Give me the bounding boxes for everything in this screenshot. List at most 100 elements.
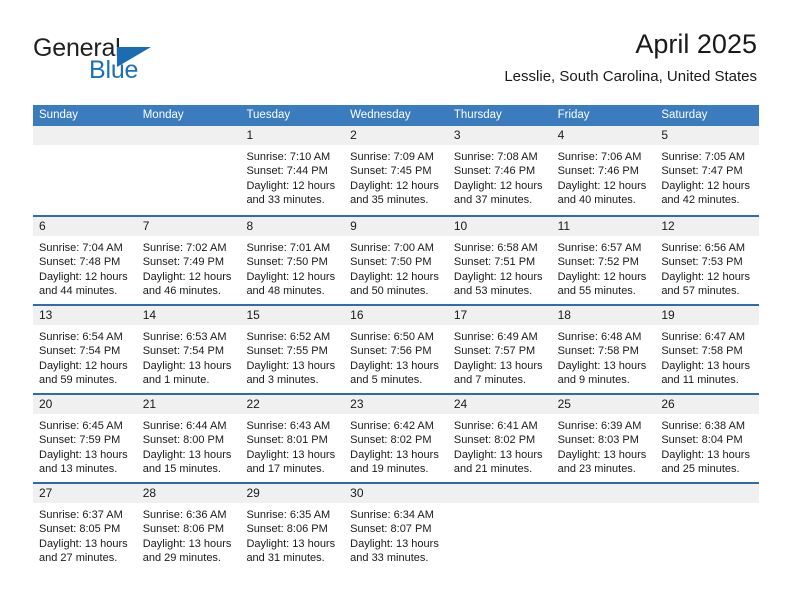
daylight-text-line2: and 53 minutes. <box>453 284 533 297</box>
day-number: 12 <box>661 219 675 233</box>
calendar-day-cell[interactable]: 27 Sunrise: 6:37 AM Sunset: 8:05 PM Dayligh… <box>33 484 137 571</box>
day-number-band <box>447 484 552 503</box>
day-number: 2 <box>350 128 357 142</box>
day-info: Sunrise: 6:41 AM Sunset: 8:02 PM Daylight:… <box>448 414 552 476</box>
calendar-day-cell[interactable]: 7 Sunrise: 7:02 AM Sunset: 7:49 PM Daylight… <box>136 217 241 304</box>
day-number-band: 29 <box>240 484 345 503</box>
weekday-header-row: Sunday Monday Tuesday Wednesday Thursday Frid… <box>33 105 759 126</box>
day-number-band: 20 <box>33 395 137 414</box>
sunset-text: Sunset: 8:01 PM <box>246 434 328 447</box>
calendar-day-cell[interactable]: 6 Sunrise: 7:04 AM Sunset: 7:48 PM Daylight… <box>33 217 137 304</box>
calendar-day-cell[interactable]: 20 Sunrise: 6:45 AM Sunset: 7:59 PM Dayligh… <box>33 395 137 482</box>
calendar-day-cell[interactable]: 17 Sunrise: 6:49 AM Sunset: 7:57 PM Dayligh… <box>447 306 552 393</box>
daylight-text-line1: Daylight: 12 hours <box>557 270 647 283</box>
sunrise-text: Sunrise: 7:01 AM <box>246 242 331 254</box>
calendar-day-cell[interactable]: 3 Sunrise: 7:08 AM Sunset: 7:46 PM Daylight… <box>447 126 552 215</box>
sunrise-text: Sunrise: 6:50 AM <box>350 331 434 343</box>
daylight-text-line2: and 15 minutes. <box>142 462 221 475</box>
day-info: Sunrise: 6:52 AM Sunset: 7:55 PM Daylight:… <box>240 325 344 387</box>
day-info: Sunrise: 6:54 AM Sunset: 7:54 PM Daylight:… <box>33 325 137 387</box>
day-info: Sunrise: 7:06 AM Sunset: 7:46 PM Daylight:… <box>552 145 656 207</box>
calendar-day-cell[interactable]: 10 Sunrise: 6:58 AM Sunset: 7:51 PM Dayligh… <box>447 217 552 304</box>
day-number: 1 <box>246 128 254 142</box>
day-number: 20 <box>39 397 53 411</box>
calendar-day-cell-empty <box>655 484 760 571</box>
calendar-day-cell[interactable]: 16 Sunrise: 6:50 AM Sunset: 7:56 PM Dayligh… <box>344 306 448 393</box>
day-info: Sunrise: 6:58 AM Sunset: 7:51 PM Daylight:… <box>448 236 552 298</box>
sunrise-text: Sunrise: 6:48 AM <box>557 331 642 343</box>
daylight-text-line1: Daylight: 13 hours <box>350 448 439 461</box>
calendar-day-cell[interactable]: 28 Sunrise: 6:36 AM Sunset: 8:06 PM Dayligh… <box>136 484 241 571</box>
day-number-band: 23 <box>344 395 448 414</box>
daylight-text-line1: Daylight: 12 hours <box>39 359 128 372</box>
sunrise-text: Sunrise: 6:43 AM <box>246 420 331 432</box>
daylight-text-line1: Daylight: 13 hours <box>350 537 439 550</box>
sunrise-text: Sunrise: 7:02 AM <box>142 242 227 254</box>
day-number: 11 <box>557 219 571 233</box>
calendar-day-cell[interactable]: 23 Sunrise: 6:42 AM Sunset: 8:02 PM Dayligh… <box>344 395 448 482</box>
daylight-text-line2: and 40 minutes. <box>557 193 636 206</box>
day-number-band: 9 <box>344 217 448 236</box>
day-info: Sunrise: 6:34 AM Sunset: 8:07 PM Daylight:… <box>344 503 448 565</box>
day-number-band: 5 <box>655 126 760 145</box>
calendar-day-cell[interactable]: 4 Sunrise: 7:06 AM Sunset: 7:46 PM Daylight… <box>551 126 656 215</box>
weekday-header-monday: Monday <box>142 109 184 121</box>
daylight-text-line1: Daylight: 12 hours <box>246 270 336 283</box>
day-number: 7 <box>142 219 150 233</box>
sunrise-text: Sunrise: 6:36 AM <box>142 509 227 521</box>
calendar-week-row: 6 Sunrise: 7:04 AM Sunset: 7:48 PM Daylight… <box>33 215 760 304</box>
calendar-day-cell[interactable]: 15 Sunrise: 6:52 AM Sunset: 7:55 PM Dayligh… <box>240 306 345 393</box>
calendar-day-cell[interactable]: 25 Sunrise: 6:39 AM Sunset: 8:03 PM Dayligh… <box>551 395 656 482</box>
daylight-text-line1: Daylight: 13 hours <box>142 448 232 461</box>
sunrise-text: Sunrise: 6:42 AM <box>350 420 434 432</box>
sunrise-text: Sunrise: 7:10 AM <box>246 151 331 163</box>
daylight-text-line1: Daylight: 13 hours <box>557 448 647 461</box>
sunset-text: Sunset: 7:56 PM <box>350 345 432 358</box>
general-blue-logo[interactable]: General Blue <box>33 34 203 90</box>
calendar-day-cell[interactable]: 14 Sunrise: 6:53 AM Sunset: 7:54 PM Dayligh… <box>136 306 241 393</box>
calendar-day-cell[interactable]: 30 Sunrise: 6:34 AM Sunset: 8:07 PM Dayligh… <box>344 484 448 571</box>
calendar-day-cell[interactable]: 13 Sunrise: 6:54 AM Sunset: 7:54 PM Dayligh… <box>33 306 137 393</box>
sunrise-text: Sunrise: 7:05 AM <box>661 151 746 163</box>
page-subtitle: Lesslie, South Carolina, United States <box>504 68 757 85</box>
daylight-text-line2: and 29 minutes. <box>142 551 221 564</box>
sunset-text: Sunset: 8:06 PM <box>142 523 225 536</box>
daylight-text-line2: and 31 minutes. <box>246 551 325 564</box>
calendar-day-cell[interactable]: 11 Sunrise: 6:57 AM Sunset: 7:52 PM Dayligh… <box>551 217 656 304</box>
calendar-day-cell[interactable]: 8 Sunrise: 7:01 AM Sunset: 7:50 PM Daylight… <box>240 217 345 304</box>
daylight-text-line1: Daylight: 12 hours <box>246 179 336 192</box>
day-number-band: 17 <box>447 306 552 325</box>
day-info: Sunrise: 7:04 AM Sunset: 7:48 PM Daylight:… <box>33 236 137 298</box>
calendar-day-cell[interactable]: 21 Sunrise: 6:44 AM Sunset: 8:00 PM Dayligh… <box>136 395 241 482</box>
sunrise-text: Sunrise: 7:08 AM <box>453 151 538 163</box>
calendar-day-cell[interactable]: 2 Sunrise: 7:09 AM Sunset: 7:45 PM Daylight… <box>344 126 448 215</box>
daylight-text-line2: and 17 minutes. <box>246 462 325 475</box>
sunrise-text: Sunrise: 6:53 AM <box>142 331 227 343</box>
sunrise-text: Sunrise: 6:54 AM <box>39 331 123 343</box>
calendar-day-cell[interactable]: 24 Sunrise: 6:41 AM Sunset: 8:02 PM Dayligh… <box>447 395 552 482</box>
calendar-day-cell[interactable]: 19 Sunrise: 6:47 AM Sunset: 7:58 PM Dayligh… <box>655 306 760 393</box>
day-number: 21 <box>142 397 157 411</box>
calendar-day-cell[interactable]: 18 Sunrise: 6:48 AM Sunset: 7:58 PM Dayligh… <box>551 306 656 393</box>
daylight-text-line2: and 9 minutes. <box>557 373 630 386</box>
calendar-day-cell[interactable]: 29 Sunrise: 6:35 AM Sunset: 8:06 PM Dayligh… <box>240 484 345 571</box>
day-number: 8 <box>246 219 254 233</box>
calendar-day-cell[interactable]: 22 Sunrise: 6:43 AM Sunset: 8:01 PM Dayligh… <box>240 395 345 482</box>
sunset-text: Sunset: 7:54 PM <box>142 345 225 358</box>
weekday-header-wednesday: Wednesday <box>350 109 411 121</box>
day-info: Sunrise: 7:09 AM Sunset: 7:45 PM Daylight:… <box>344 145 448 207</box>
day-info: Sunrise: 7:00 AM Sunset: 7:50 PM Daylight:… <box>344 236 448 298</box>
calendar-day-cell[interactable]: 1 Sunrise: 7:10 AM Sunset: 7:44 PM Daylight… <box>240 126 345 215</box>
page-header: General Blue April 2025 Lesslie, South C… <box>33 28 757 98</box>
sunset-text: Sunset: 8:07 PM <box>350 523 432 536</box>
sunrise-text: Sunrise: 6:52 AM <box>246 331 331 343</box>
calendar-day-cell[interactable]: 26 Sunrise: 6:38 AM Sunset: 8:04 PM Dayligh… <box>655 395 760 482</box>
day-info: Sunrise: 7:02 AM Sunset: 7:49 PM Daylight:… <box>137 236 241 298</box>
sunset-text: Sunset: 7:48 PM <box>39 256 121 269</box>
calendar-day-cell[interactable]: 5 Sunrise: 7:05 AM Sunset: 7:47 PM Daylight… <box>655 126 760 215</box>
daylight-text-line1: Daylight: 13 hours <box>557 359 647 372</box>
calendar-day-cell[interactable]: 12 Sunrise: 6:56 AM Sunset: 7:53 PM Dayligh… <box>655 217 760 304</box>
calendar-day-cell[interactable]: 9 Sunrise: 7:00 AM Sunset: 7:50 PM Daylight… <box>344 217 448 304</box>
daylight-text-line2: and 59 minutes. <box>39 373 118 386</box>
day-number: 26 <box>661 397 675 411</box>
